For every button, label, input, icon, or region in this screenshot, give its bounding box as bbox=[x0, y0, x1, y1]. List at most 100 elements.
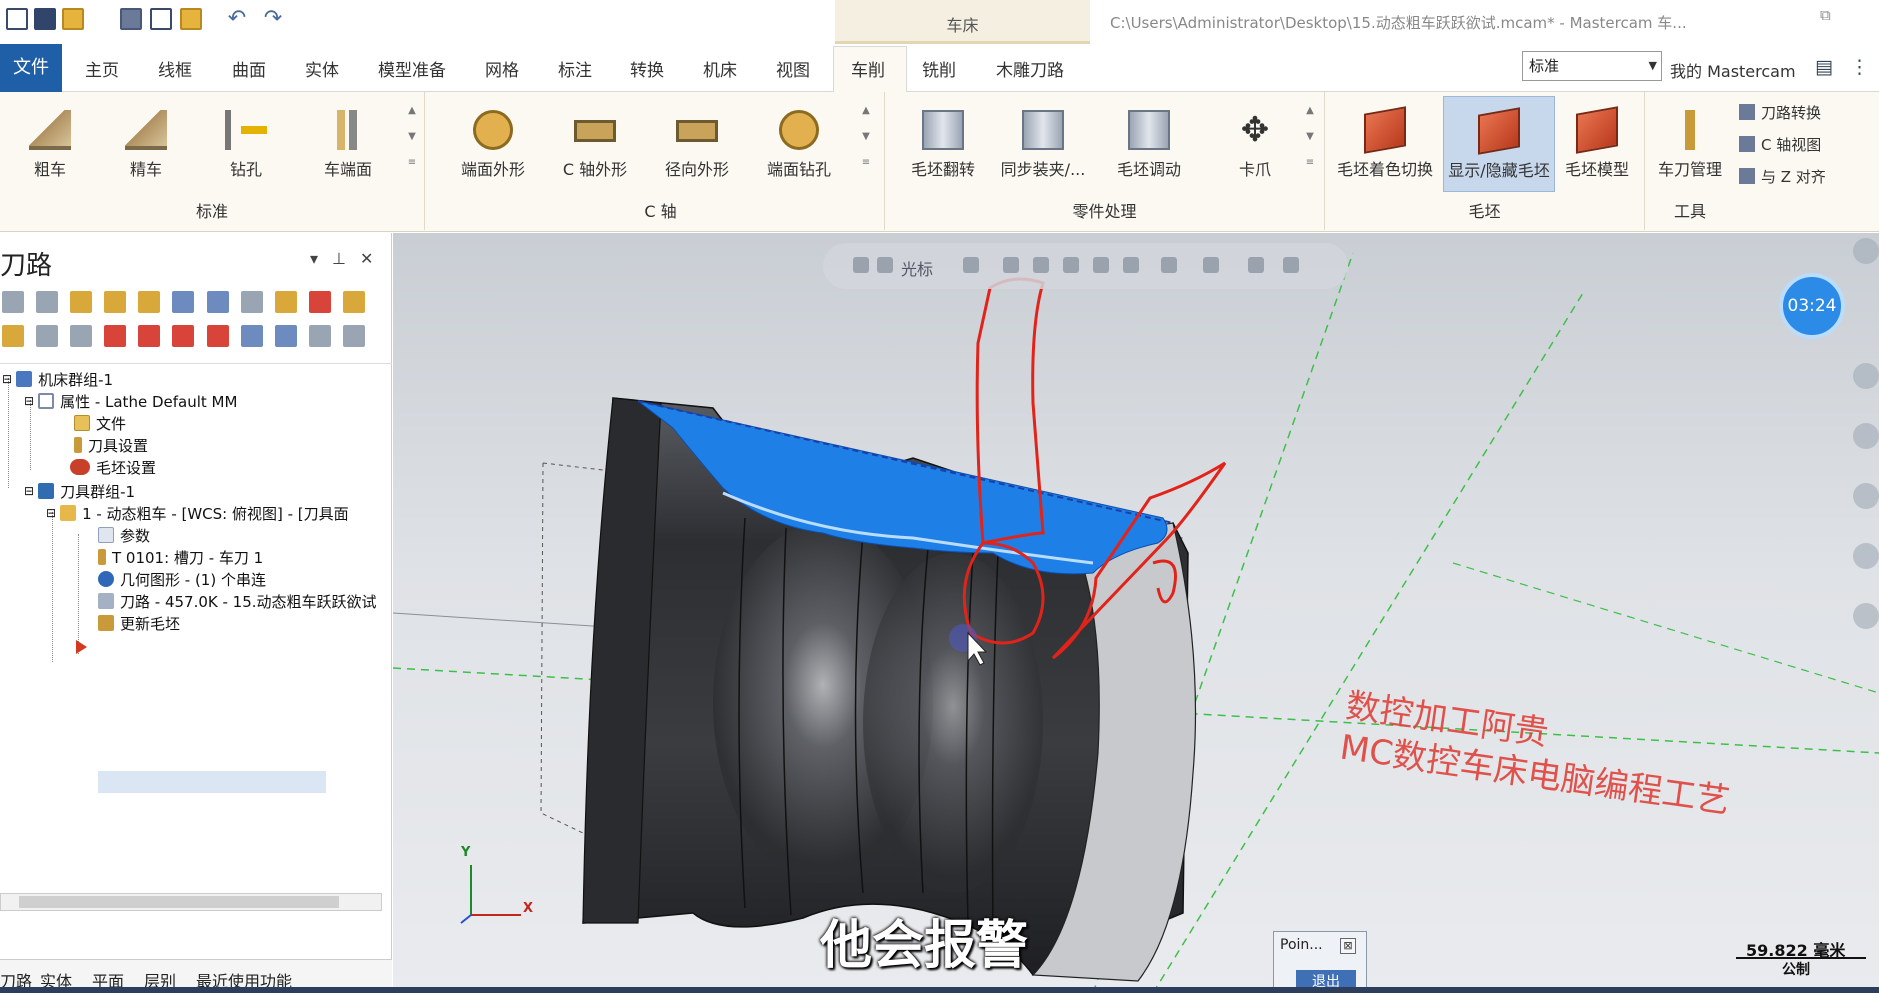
options-icon[interactable] bbox=[308, 325, 331, 347]
window-restore-icon[interactable]: ⧉ bbox=[1820, 6, 1831, 24]
tree-node-geometry[interactable]: 几何图形 - (1) 个串连 bbox=[98, 568, 266, 590]
face-drill-button[interactable]: 端面钻孔 bbox=[749, 110, 849, 180]
insert-arrow-icon[interactable] bbox=[172, 325, 195, 347]
tab-machine[interactable]: 机床 bbox=[703, 56, 737, 81]
toggle-display-icon[interactable] bbox=[36, 325, 59, 347]
tree-node-tool[interactable]: T 0101: 槽刀 - 车刀 1 bbox=[98, 546, 263, 568]
save-as-icon[interactable] bbox=[150, 8, 172, 30]
collapse-icon[interactable]: ⊟ bbox=[46, 506, 56, 520]
tree-node-toolpath[interactable]: 刀路 - 457.0K - 15.动态粗车跃跃欲试 bbox=[98, 590, 377, 612]
rough-turn-button[interactable]: 粗车 bbox=[0, 110, 100, 180]
tree-node-parameters[interactable]: 参数 bbox=[98, 524, 150, 546]
sync-chuck-button[interactable]: 同步装夹/... bbox=[993, 110, 1093, 180]
show-geometry-icon[interactable] bbox=[274, 325, 297, 347]
style-combo[interactable]: 标准 ▼ bbox=[1522, 51, 1662, 81]
panel-menu-icon[interactable]: ▾ bbox=[310, 249, 332, 268]
tab-turning[interactable]: 车削 bbox=[851, 56, 885, 81]
delete-ops-icon[interactable] bbox=[308, 291, 331, 313]
pen-icon[interactable] bbox=[1853, 363, 1879, 389]
refresh-icon[interactable] bbox=[1283, 257, 1299, 273]
help-icon[interactable] bbox=[342, 291, 365, 313]
solid-select-icon[interactable] bbox=[1123, 257, 1139, 273]
window-select-icon[interactable] bbox=[1203, 257, 1219, 273]
move-up-icon[interactable] bbox=[138, 325, 161, 347]
tree-insert-arrow[interactable] bbox=[76, 636, 93, 658]
properties-icon[interactable] bbox=[180, 8, 202, 30]
tab-model-prep[interactable]: 模型准备 bbox=[378, 56, 446, 81]
tool-manager-button[interactable]: 车刀管理 bbox=[1645, 110, 1735, 180]
tree-node-toolpath-group[interactable]: ⊟ 刀具群组-1 bbox=[24, 480, 135, 502]
move-down-icon[interactable] bbox=[104, 325, 127, 347]
eraser-icon[interactable] bbox=[1853, 423, 1879, 449]
show-hide-stock-button[interactable]: 显示/隐藏毛坯 bbox=[1443, 96, 1555, 192]
shade-icon[interactable] bbox=[1063, 257, 1079, 273]
select-all-icon[interactable] bbox=[2, 291, 24, 313]
verify-select-icon[interactable] bbox=[1248, 257, 1264, 273]
open-folder-icon[interactable] bbox=[62, 8, 84, 30]
stock-flip-button[interactable]: 毛坯翻转 bbox=[893, 110, 993, 180]
text-icon[interactable] bbox=[1853, 543, 1879, 569]
deselect-icon[interactable] bbox=[36, 291, 59, 313]
scroll-icon[interactable] bbox=[206, 325, 229, 347]
tab-solids[interactable]: 实体 bbox=[305, 56, 339, 81]
my-mastercam-link[interactable]: 我的 Mastercam bbox=[1670, 58, 1796, 82]
tree-insert-selection[interactable] bbox=[98, 771, 326, 793]
tab-wireframe[interactable]: 线框 bbox=[158, 56, 192, 81]
toggle-post-icon[interactable] bbox=[70, 325, 93, 347]
arrow-icon[interactable] bbox=[1853, 603, 1879, 629]
close-icon[interactable]: ⊠ bbox=[1340, 938, 1356, 954]
wireframe-icon[interactable] bbox=[1093, 257, 1109, 273]
c-axis-view-button[interactable]: C 轴视图 bbox=[1739, 134, 1821, 155]
graphics-viewport[interactable]: 光标 03:24 数控加工阿贵 MC数控车床电脑编程工艺 Y X 他会报警 59… bbox=[393, 233, 1879, 993]
spline-icon[interactable] bbox=[1853, 483, 1879, 509]
face-contour-button[interactable]: 端面外形 bbox=[443, 110, 543, 180]
chuck-jaw-button[interactable]: ✥ 卡爪 bbox=[1205, 110, 1305, 180]
tab-milling[interactable]: 铣削 bbox=[922, 56, 956, 81]
radial-contour-button[interactable]: 径向外形 bbox=[647, 110, 747, 180]
tree-node-operation[interactable]: ⊟ 1 - 动态粗车 - [WCS: 俯视图] - [刀具面 bbox=[46, 502, 349, 524]
tree-node-files[interactable]: 文件 bbox=[74, 412, 126, 434]
new-file-icon[interactable] bbox=[6, 8, 28, 30]
high-feed-icon[interactable] bbox=[274, 291, 297, 313]
verify-icon[interactable] bbox=[172, 291, 195, 313]
help-icon[interactable]: ▤ bbox=[1815, 56, 1833, 78]
regenerate-icon[interactable] bbox=[70, 291, 93, 313]
filter-icon[interactable] bbox=[1033, 257, 1049, 273]
lock-icon[interactable] bbox=[2, 325, 24, 347]
tab-annotate[interactable]: 标注 bbox=[558, 56, 592, 81]
tab-home[interactable]: 主页 bbox=[85, 56, 119, 81]
print-icon[interactable] bbox=[120, 8, 142, 30]
lock-icon[interactable] bbox=[853, 257, 869, 273]
backplot-icon[interactable] bbox=[138, 291, 161, 313]
cursor-mode-icon[interactable] bbox=[877, 257, 893, 273]
tab-wood-router[interactable]: 木雕刀路 bbox=[996, 56, 1064, 81]
stock-advance-button[interactable]: 毛坯调动 bbox=[1099, 110, 1199, 180]
ribbon-options-icon[interactable]: ⋮ bbox=[1850, 56, 1869, 78]
tree-node-update-stock[interactable]: 更新毛坯 bbox=[98, 612, 180, 634]
pin-icon[interactable]: ⊥ bbox=[332, 249, 360, 268]
face-turn-button[interactable]: 车端面 bbox=[298, 110, 398, 180]
close-icon[interactable]: ✕ bbox=[360, 249, 387, 268]
c-axis-contour-button[interactable]: C 轴外形 bbox=[545, 110, 645, 180]
undo-icon[interactable]: ↶ bbox=[226, 8, 248, 30]
tab-file[interactable]: 文件 bbox=[0, 44, 62, 92]
tree-node-stock-settings[interactable]: 毛坯设置 bbox=[70, 456, 156, 478]
chain-icon[interactable] bbox=[1161, 257, 1177, 273]
save-icon[interactable] bbox=[34, 8, 56, 30]
tab-transform[interactable]: 转换 bbox=[630, 56, 664, 81]
redo-icon[interactable]: ↷ bbox=[262, 8, 284, 30]
drill-button[interactable]: 钻孔 bbox=[196, 110, 296, 180]
zoom-in-icon[interactable] bbox=[1853, 238, 1879, 264]
regenerate-dirty-icon[interactable] bbox=[104, 291, 127, 313]
simulate-icon[interactable] bbox=[206, 291, 229, 313]
post-icon[interactable] bbox=[240, 291, 263, 313]
cursor-mode-label[interactable]: 光标 bbox=[901, 256, 933, 280]
gallery-scroll[interactable]: ▲ ▼ ≡ bbox=[405, 98, 419, 178]
tree-node-properties[interactable]: ⊟ 属性 - Lathe Default MM bbox=[24, 390, 237, 412]
align-z-button[interactable]: 与 Z 对齐 bbox=[1739, 166, 1826, 187]
gallery-scroll[interactable]: ▲ ▼ ≡ bbox=[859, 98, 873, 178]
gallery-scroll[interactable]: ▲ ▼ ≡ bbox=[1303, 98, 1317, 178]
stock-shade-toggle-button[interactable]: 毛坯着色切换 bbox=[1331, 106, 1439, 180]
select-icon[interactable] bbox=[1003, 257, 1019, 273]
tab-mesh[interactable]: 网格 bbox=[485, 56, 519, 81]
